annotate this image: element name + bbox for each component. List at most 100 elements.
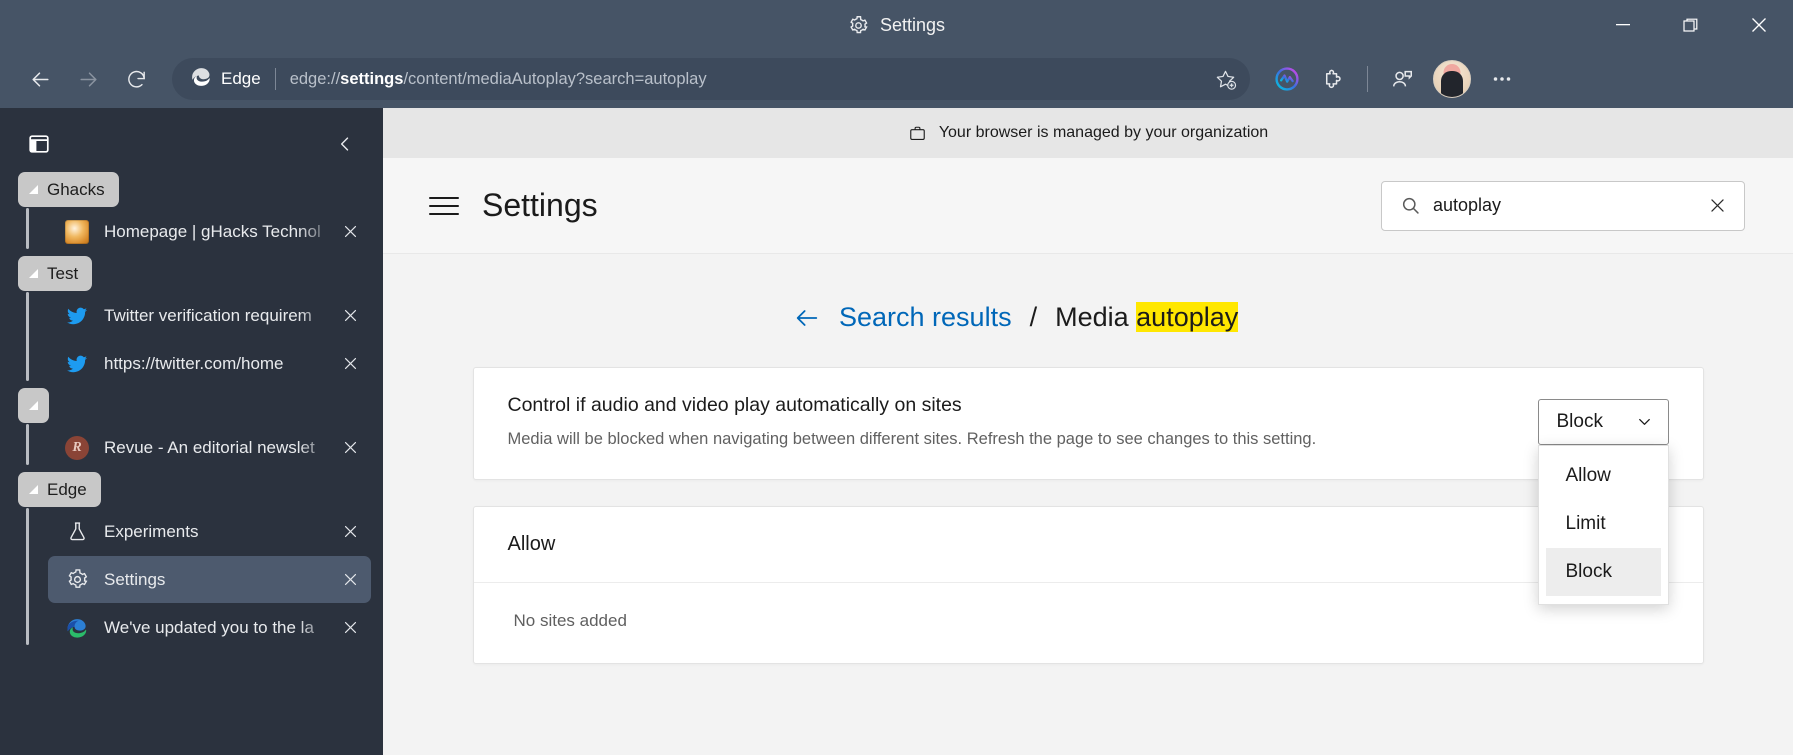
title-bar: Settings (0, 0, 1793, 50)
close-tab-icon[interactable] (335, 613, 365, 643)
settings-and-more-icon[interactable] (1481, 58, 1523, 100)
close-tab-icon[interactable] (335, 565, 365, 595)
edge-brand-label: Edge (221, 69, 261, 88)
twitter-favicon (64, 351, 90, 377)
allow-section-heading: Allow (473, 507, 1703, 583)
settings-content-area: Search results / Media autoplay Control … (383, 254, 1793, 755)
add-favorite-icon[interactable] (1206, 60, 1244, 98)
search-input[interactable] (1421, 195, 1702, 216)
settings-search-box[interactable] (1381, 180, 1745, 231)
breadcrumb-current-prefix: Media (1055, 302, 1129, 332)
settings-menu-button[interactable] (423, 185, 465, 227)
tab-item-active[interactable]: Settings (48, 556, 371, 603)
autoplay-setting-title: Control if audio and video play automati… (507, 394, 962, 416)
tab-group-body: R Revue - An editorial newslet (0, 424, 383, 471)
vertical-tabs-toggle-icon[interactable] (22, 127, 56, 161)
window-controls (1589, 0, 1793, 50)
tab-group-rail (26, 424, 29, 465)
ghacks-favicon (64, 219, 90, 245)
group-collapse-triangle-icon (29, 185, 38, 194)
tab-title: Experiments (104, 521, 199, 541)
extensions-icon[interactable] (1312, 58, 1354, 100)
group-collapse-triangle-icon (29, 269, 38, 278)
vertical-tabs-sidebar: Ghacks Homepage | gHacks Technol Test Twitt… (0, 108, 383, 755)
tab-item[interactable]: Twitter verification requirem (48, 292, 371, 339)
allow-section-empty-text: No sites added (513, 611, 627, 630)
autoplay-dropdown-menu: Allow Limit Block (1537, 444, 1669, 605)
page-title: Settings (482, 187, 598, 223)
url-prefix: edge:// (289, 69, 341, 88)
breadcrumb-search-results-link[interactable]: Search results (839, 302, 1012, 333)
tab-item[interactable]: Homepage | gHacks Technol (48, 208, 371, 255)
url-text: edge://settings/content/mediaAutoplay?se… (290, 70, 1206, 89)
window-tab-title: Settings (848, 15, 945, 36)
close-window-button[interactable] (1725, 0, 1793, 50)
back-button[interactable] (18, 57, 62, 101)
breadcrumb: Search results / Media autoplay (383, 302, 1793, 333)
gear-icon (64, 567, 90, 593)
dropdown-option[interactable]: Limit (1546, 500, 1661, 548)
minimize-button[interactable] (1589, 0, 1657, 50)
edge-logo-icon (190, 66, 212, 93)
clear-search-icon[interactable] (1702, 191, 1732, 221)
settings-toolbar: Settings (383, 158, 1793, 254)
url-suffix: /content/mediaAutoplay?search=autoplay (403, 69, 707, 88)
tab-group-rail (26, 208, 29, 249)
close-tab-icon[interactable] (335, 517, 365, 547)
hamburger-line (429, 212, 459, 215)
close-tab-icon[interactable] (335, 301, 365, 331)
tab-item[interactable]: Experiments (48, 508, 371, 555)
tab-group-label: Test (47, 263, 79, 283)
refresh-button[interactable] (114, 57, 158, 101)
url-bold-part: settings (340, 69, 404, 88)
maximize-restore-button[interactable] (1657, 0, 1725, 50)
tab-group-chip[interactable] (18, 388, 49, 423)
collections-icon[interactable] (1381, 58, 1423, 100)
allow-sites-card: Allow No sites added (472, 506, 1704, 664)
hamburger-line (429, 196, 459, 199)
forward-button[interactable] (66, 57, 110, 101)
tab-group-rail (26, 508, 29, 645)
tab-title: https://twitter.com/home (104, 353, 284, 373)
breadcrumb-separator: / (1029, 302, 1038, 332)
address-bar[interactable]: Edge edge://settings/content/mediaAutopl… (172, 58, 1250, 100)
toolbar-divider (1367, 66, 1368, 92)
tab-item[interactable]: https://twitter.com/home (48, 340, 371, 387)
autoplay-dropdown-button[interactable]: Block (1537, 398, 1669, 445)
tab-item[interactable]: R Revue - An editorial newslet (48, 424, 371, 471)
tab-list: Ghacks Homepage | gHacks Technol Test Twitt… (0, 170, 383, 755)
tab-group-chip[interactable]: Ghacks (18, 172, 119, 207)
autoplay-dropdown-value: Block (1556, 410, 1603, 432)
shopping-icon[interactable] (1266, 58, 1308, 100)
chevron-down-icon (1635, 412, 1654, 431)
tab-group-rail (26, 292, 29, 381)
tab-item[interactable]: We've updated you to the la (48, 604, 371, 651)
tab-group-body: Homepage | gHacks Technol (0, 208, 383, 255)
tab-title: We've updated you to the la (104, 617, 314, 637)
breadcrumb-highlight: autoplay (1136, 302, 1239, 332)
group-collapse-triangle-icon (29, 485, 38, 494)
tab-group-chip[interactable]: Test (18, 256, 93, 291)
close-tab-icon[interactable] (335, 349, 365, 379)
tab-group-chip[interactable]: Edge (18, 472, 101, 507)
dropdown-option[interactable]: Allow (1546, 452, 1661, 500)
gear-icon (848, 15, 869, 36)
autoplay-setting-texts: Control if audio and video play automati… (508, 394, 1514, 449)
breadcrumb-back-icon[interactable] (793, 304, 821, 332)
dropdown-option[interactable]: Block (1545, 547, 1661, 596)
close-tab-icon[interactable] (335, 217, 365, 247)
tab-group-body: Twitter verification requirem https://twi… (0, 292, 383, 387)
collapse-sidebar-button[interactable] (327, 126, 363, 162)
breadcrumb-current: Media autoplay (1055, 302, 1239, 333)
close-tab-icon[interactable] (335, 433, 365, 463)
profile-avatar[interactable] (1433, 60, 1471, 98)
autoplay-setting-row: Control if audio and video play automati… (474, 368, 1703, 605)
revue-favicon: R (64, 435, 90, 461)
settings-page: Your browser is managed by your organiza… (383, 108, 1793, 755)
browser-body: Ghacks Homepage | gHacks Technol Test Twitt… (0, 108, 1793, 755)
tab-title: Homepage | gHacks Technol (104, 221, 321, 241)
tab-title: Revue - An editorial newslet (104, 437, 315, 457)
briefcase-icon (908, 124, 927, 143)
omnibox-divider (274, 68, 276, 90)
edge-browser-window: Settings Edge edge://settings/content/me… (0, 0, 1793, 755)
